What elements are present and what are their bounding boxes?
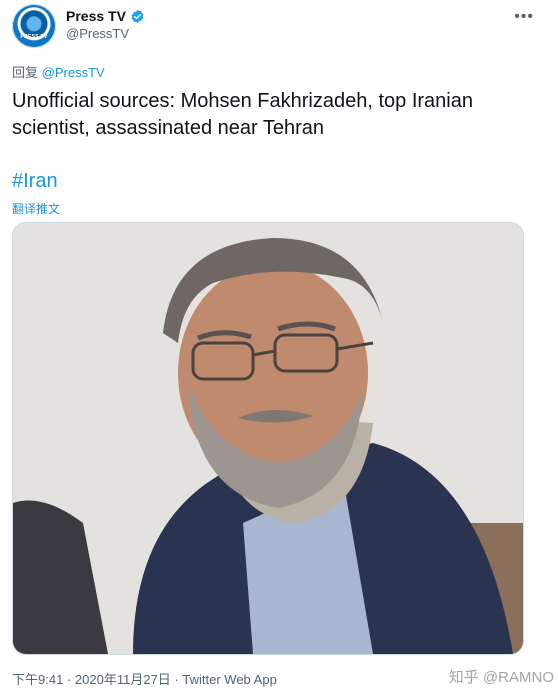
reply-mention-link[interactable]: @PressTV [42,65,105,80]
avatar[interactable]: PRESS TV [12,4,56,48]
author-name[interactable]: Press TV [66,8,126,24]
hashtag-link[interactable]: #Iran [12,170,58,193]
watermark: 知乎 @RAMNO [448,669,554,686]
avatar-logo-text: PRESS TV [20,34,48,40]
translate-tweet-link[interactable]: 翻译推文 [12,200,60,217]
reply-context: 回复 @PressTV [12,62,105,81]
tweet-date[interactable]: 2020年11月27日 [75,672,171,687]
author-handle[interactable]: @PressTV [66,26,129,41]
tweet-time[interactable]: 下午9:41 [12,672,63,687]
meta-separator: · [174,672,179,687]
tweet-photo[interactable] [12,222,524,655]
author-name-row: Press TV [66,8,145,24]
verified-badge-icon [130,9,145,24]
reply-prefix: 回复 [12,65,39,80]
tweet-header: PRESS TV Press TV @PressTV ••• [12,4,546,48]
tweet-text: Unofficial sources: Mohsen Fakhrizadeh, … [12,90,473,139]
meta-separator: · [66,672,72,687]
tweet-source-link[interactable]: Twitter Web App [182,672,276,687]
tweet-meta: 下午9:41 · 2020年11月27日 · Twitter Web App [12,669,277,688]
portrait-illustration [13,223,523,654]
more-options-icon[interactable]: ••• [514,8,534,26]
